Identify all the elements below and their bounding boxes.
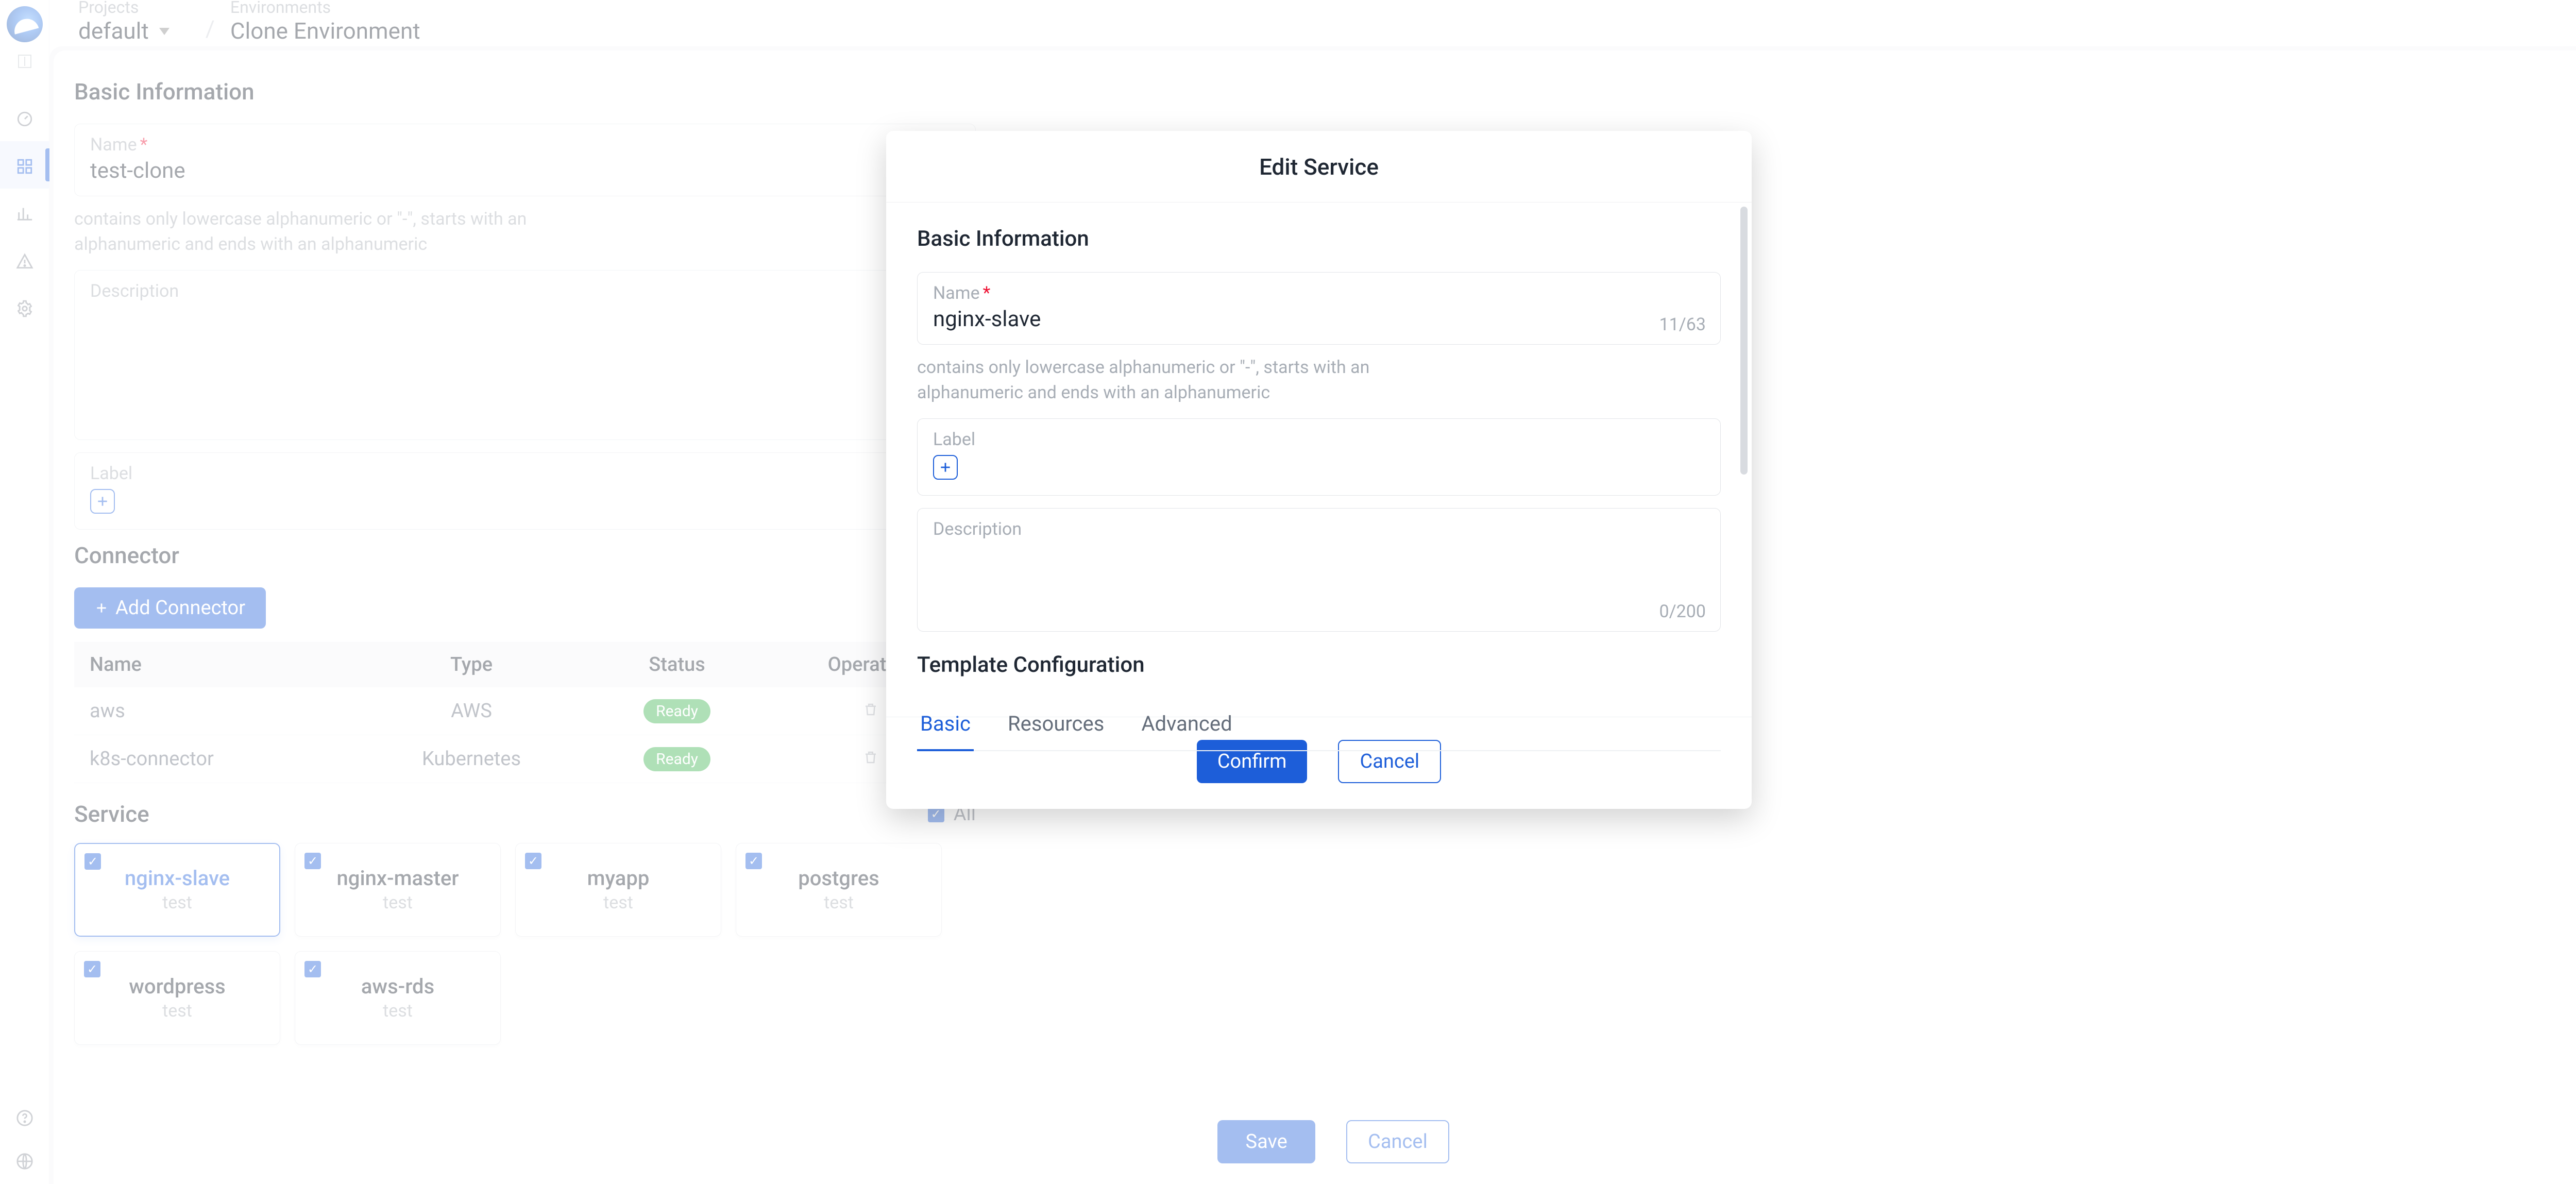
- modal-title: Edit Service: [886, 131, 1752, 202]
- modal-body: Basic Information Name* nginx-slave 11/6…: [886, 202, 1752, 717]
- modal-add-label-button[interactable]: [933, 455, 958, 480]
- tab-advanced[interactable]: Advanced: [1138, 698, 1235, 750]
- modal-name-counter: 11/63: [1659, 314, 1706, 335]
- modal-name-helper: contains only lowercase alphanumeric or …: [917, 355, 1432, 406]
- scrollbar[interactable]: [1740, 207, 1748, 475]
- modal-template-title: Template Configuration: [917, 652, 1721, 678]
- modal-basic-title: Basic Information: [917, 226, 1721, 251]
- modal-description-counter: 0/200: [1659, 601, 1706, 622]
- modal-name-value: nginx-slave: [933, 307, 1705, 332]
- modal-tabs: Basic Resources Advanced: [917, 698, 1721, 751]
- edit-service-modal: Edit Service Basic Information Name* ngi…: [886, 131, 1752, 809]
- tab-basic[interactable]: Basic: [917, 698, 974, 751]
- modal-description-field[interactable]: Description 0/200: [917, 508, 1721, 632]
- modal-name-field[interactable]: Name* nginx-slave 11/63: [917, 272, 1721, 345]
- tab-resources[interactable]: Resources: [1005, 698, 1107, 750]
- modal-label-field[interactable]: Label: [917, 418, 1721, 496]
